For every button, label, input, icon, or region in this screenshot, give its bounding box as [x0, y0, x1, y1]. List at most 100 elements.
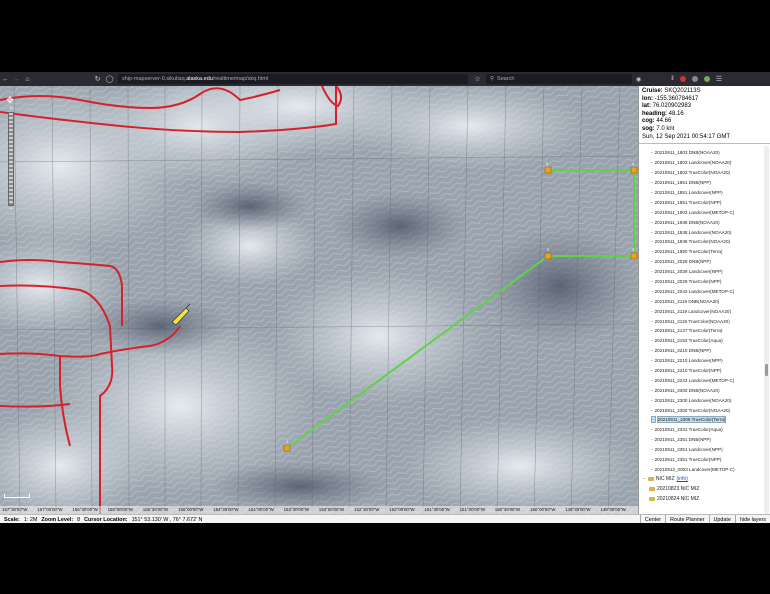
group-item-2[interactable]: 20210824 NIC MIZ — [639, 494, 763, 504]
extension-icon[interactable] — [679, 76, 686, 82]
layer-label: 20210911_1938 Landcover(NOAA20) — [654, 229, 732, 235]
layer-item[interactable]: –20210911_2119 TrueColor(NOAA20) — [639, 316, 763, 326]
cruise-label: Cruise: — [642, 88, 663, 94]
zoom-in-icon[interactable]: + — [4, 106, 18, 112]
tree-branch-icon: – — [651, 407, 654, 413]
layer-item[interactable]: –20210911_1903 Landcover(METOP-C) — [639, 207, 763, 217]
tree-branch-icon: – — [651, 377, 654, 383]
layer-item[interactable]: –20210911_1851 Landcover(NPP) — [639, 188, 763, 198]
tree-branch-icon: – — [651, 318, 654, 324]
map-view[interactable]: 1 2 3 4 5 ✥ + − 157°30'00"W 157°00'00"W 15… — [0, 86, 638, 514]
layer-item[interactable]: –20210911_2210 DNB(NPP) — [639, 346, 763, 356]
back-icon[interactable]: ← — [0, 74, 11, 85]
layer-item[interactable]: –20210911_2300 DNB(NOAA20) — [639, 385, 763, 395]
tree-branch-icon: – — [651, 308, 654, 314]
layer-item[interactable]: –20210911_1803 Landcover(NOAA20) — [639, 158, 763, 168]
layer-label: 20210911_2351 Landcover(NPP) — [654, 447, 723, 453]
layer-item[interactable]: –20210911_2029 DNB(NPP) — [639, 257, 763, 267]
layer-label: 20210911_2351 DNB(NPP) — [654, 437, 711, 443]
heading-value: 48.16 — [668, 110, 684, 117]
layer-item[interactable]: –20210911_2119 DNB(NOAA20) — [639, 296, 763, 306]
route-planner-button[interactable]: Route Planner — [665, 515, 708, 523]
url-prefix: ship-mapserver-0.sikuliaq. — [122, 76, 187, 82]
scrollbar-thumb[interactable] — [765, 364, 768, 376]
tree-branch-icon: – — [651, 348, 654, 354]
reload-icon[interactable]: ↻ — [92, 74, 103, 85]
layer-item[interactable]: –20210911_2300 Landcover(NOAA20) — [639, 395, 763, 405]
group-item-label: 20210824 NIC MIZ — [657, 496, 700, 503]
hide-layers-button[interactable]: hide layers — [734, 515, 770, 523]
longitude-label: 155°00'00"W — [178, 507, 204, 512]
zoom-slider[interactable] — [8, 112, 14, 206]
library-icon[interactable]: ‖ — [671, 76, 673, 82]
addon-icon[interactable] — [703, 76, 710, 82]
toolbar-extensions: ◉ ‖ ☰ — [636, 73, 722, 85]
tree-branch-icon: – — [651, 447, 654, 453]
group-nic-miz[interactable]: − NIC MIZ (info) — [639, 474, 763, 484]
bookmark-star-icon[interactable]: ☆ — [472, 74, 483, 85]
waypoint-5[interactable] — [544, 166, 552, 174]
layer-item[interactable]: –20210911_1938 Landcover(NOAA20) — [639, 227, 763, 237]
layer-item[interactable]: –20210911_1938 TrueColor(NOAA20) — [639, 237, 763, 247]
waypoint-4[interactable] — [630, 166, 638, 174]
layer-item[interactable]: –20210911_2127 TrueColor(Terra) — [639, 326, 763, 336]
layer-item[interactable]: –20210912_0003 Landcover(METOP-C) — [639, 465, 763, 475]
group-item-1[interactable]: 20210823 NIC MIZ — [639, 484, 763, 494]
layer-item[interactable]: –20210911_1851 TrueColor(NPP) — [639, 197, 763, 207]
pocket-icon[interactable]: ◉ — [636, 76, 641, 83]
home-icon[interactable]: ⌂ — [22, 74, 33, 85]
waypoint-3[interactable] — [630, 252, 638, 260]
layer-scrollbar[interactable] — [764, 146, 769, 514]
search-bar[interactable]: ⚲ Search — [486, 74, 632, 84]
layer-item[interactable]: –20210911_2300 TrueColor(NOAA20) — [639, 405, 763, 415]
layer-item[interactable]: –20210911_2029 Landcover(NPP) — [639, 267, 763, 277]
expand-icon[interactable]: − — [643, 476, 646, 482]
search-placeholder: Search — [497, 76, 515, 82]
layer-item[interactable]: –20210911_2043 Landcover(METOP-C) — [639, 286, 763, 296]
menu-icon[interactable]: ☰ — [716, 75, 722, 83]
layer-item[interactable]: –20210911_2153 TrueColor(Aqua) — [639, 336, 763, 346]
layer-item[interactable]: –20210911_1938 DNB(NOAA20) — [639, 217, 763, 227]
layer-label: 20210911_2119 DNB(NOAA20) — [654, 298, 720, 304]
waypoint-1[interactable] — [283, 444, 291, 452]
update-button[interactable]: Update — [708, 515, 735, 523]
tree-branch-icon: – — [651, 259, 654, 265]
longitude-label: 153°30'00"W — [283, 507, 309, 512]
tree-branch-icon: – — [651, 229, 654, 235]
profile-icon[interactable] — [691, 76, 698, 82]
layer-item[interactable]: –20210911_2210 TrueColor(NPP) — [639, 366, 763, 376]
tree-branch-icon: – — [651, 219, 654, 225]
layer-item[interactable]: –20210911_2351 Landcover(NPP) — [639, 445, 763, 455]
layer-item[interactable]: –20210911_1851 DNB(NPP) — [639, 178, 763, 188]
zoom-control[interactable]: ✥ + − — [4, 94, 18, 212]
layer-item[interactable]: –20210911_2331 TrueColor(Aqua) — [639, 425, 763, 435]
folder-icon — [649, 487, 655, 492]
tree-branch-icon: – — [651, 239, 654, 245]
lon-label: lon: — [642, 95, 653, 102]
layer-item[interactable]: –20210911_2351 DNB(NPP) — [639, 435, 763, 445]
layer-label: 20210911_2210 Landcover(NPP) — [654, 358, 723, 364]
layer-item[interactable]: –20210911_1803 DNB(NOAA20) — [639, 148, 763, 158]
layer-item[interactable]: –20210911_2029 TrueColor(NPP) — [639, 277, 763, 287]
map-canvas[interactable]: 1 2 3 4 5 — [0, 86, 638, 514]
pan-arrows-icon[interactable]: ✥ — [4, 94, 16, 106]
longitude-label: 151°00'00"W — [459, 507, 485, 512]
layer-item[interactable]: –20210911_2223 Landcover(METOP-C) — [639, 375, 763, 385]
tree-branch-icon: – — [651, 397, 654, 403]
info-link[interactable]: (info) — [677, 476, 688, 482]
zoom-out-icon[interactable]: − — [4, 206, 18, 212]
layer-label: 20210911_2210 DNB(NPP) — [654, 348, 711, 354]
center-button[interactable]: Center — [639, 515, 665, 523]
layer-item[interactable]: –20210911_1803 TrueColor(NOAA20) — [639, 168, 763, 178]
layer-item[interactable]: –20210911_2351 TrueColor(NPP) — [639, 455, 763, 465]
longitude-label: 156°00'00"W — [107, 507, 133, 512]
layer-item[interactable]: –20210911_2119 Landcover(NOAA20) — [639, 306, 763, 316]
forward-icon[interactable]: → — [11, 74, 22, 85]
address-bar[interactable]: ship-mapserver-0.sikuliaq. alaska.edu/rea… — [118, 74, 468, 84]
layer-items: –20210911_1803 DNB(NOAA20) –20210911_1803… — [639, 146, 763, 474]
layer-item[interactable]: –20210911_1950 TrueColor(Terra) — [639, 247, 763, 257]
shield-icon[interactable]: ◯ — [104, 74, 115, 85]
layer-item[interactable]: –20210911_2210 Landcover(NPP) — [639, 356, 763, 366]
waypoint-2[interactable] — [544, 252, 552, 260]
layer-item[interactable]: –20210911_2306 TrueColor(Terra) — [639, 415, 763, 425]
